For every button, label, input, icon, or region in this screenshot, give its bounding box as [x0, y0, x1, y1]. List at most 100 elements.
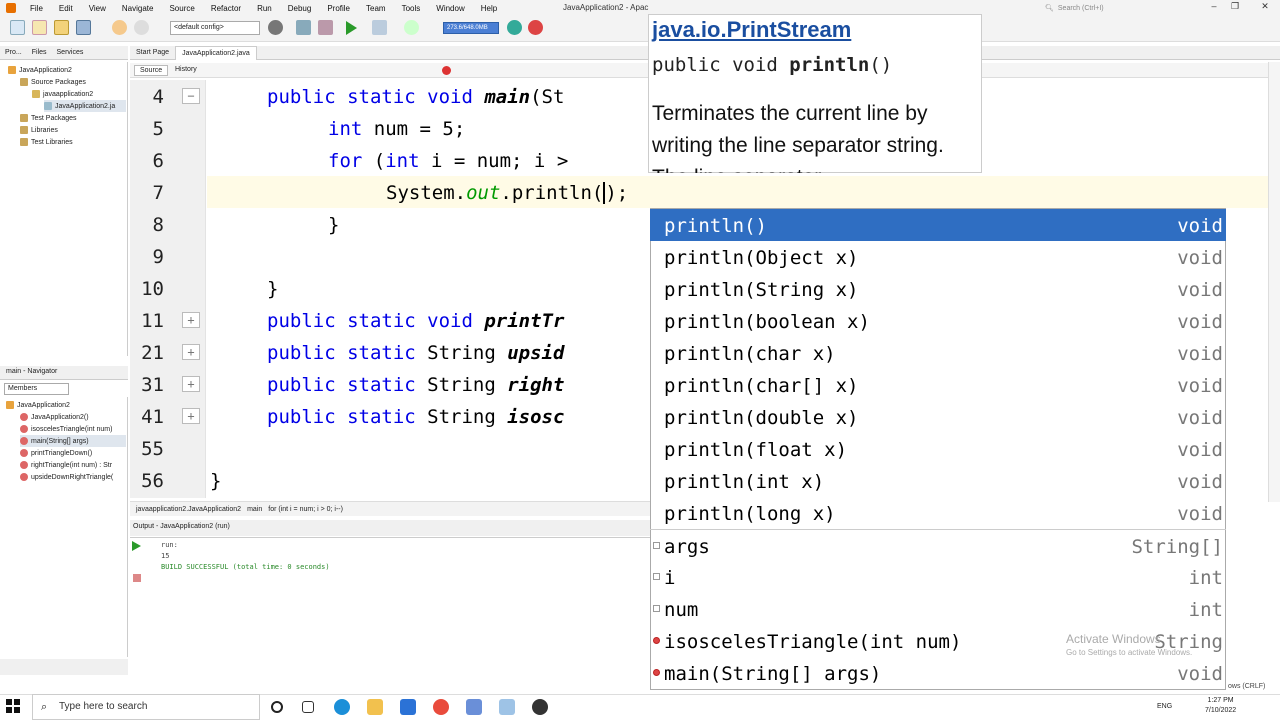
output-console[interactable]	[130, 537, 650, 677]
nav-item-constructor[interactable]: JavaApplication2()	[20, 411, 89, 423]
fold-expand-icon[interactable]: +	[182, 376, 200, 392]
menu-window[interactable]: Window	[428, 4, 472, 13]
breadcrumb-class[interactable]: javaapplication2.JavaApplication2	[136, 506, 241, 513]
new-file-icon[interactable]	[32, 20, 47, 35]
breadcrumb-loop[interactable]: for (int i = num; i > 0; i--)	[268, 506, 343, 513]
debug-icon[interactable]	[372, 20, 387, 35]
build-hammer-icon[interactable]	[296, 20, 311, 35]
minimize-button[interactable]: –	[1205, 1, 1223, 15]
menu-file[interactable]: File	[22, 4, 51, 13]
tree-item-test-libraries[interactable]: Test Libraries	[20, 136, 73, 148]
tree-item-package[interactable]: javaapplication2	[32, 88, 93, 100]
clean-build-icon[interactable]	[318, 20, 333, 35]
cortana-icon[interactable]	[271, 701, 283, 713]
menu-run[interactable]: Run	[249, 4, 280, 13]
rerun-icon[interactable]	[132, 541, 141, 551]
gc-icon[interactable]	[507, 20, 522, 35]
editor-scrollbar[interactable]	[1268, 62, 1280, 502]
close-window-button[interactable]: ✕	[1256, 1, 1274, 15]
nav-item-method[interactable]: printTriangleDown()	[20, 447, 92, 459]
run-icon[interactable]	[346, 21, 357, 35]
completion-item[interactable]: println(char[] x) void	[650, 369, 1226, 401]
ide-search-input[interactable]: 🔍︎ Search (Ctrl+I)	[1045, 2, 1205, 14]
menu-tools[interactable]: Tools	[394, 4, 429, 13]
tree-item-project[interactable]: JavaApplication2	[8, 64, 72, 76]
recorder-taskbar-icon[interactable]	[532, 699, 548, 715]
code-line: public static String upsid	[267, 342, 565, 364]
redo-icon[interactable]	[134, 20, 149, 35]
method-icon	[653, 637, 660, 644]
new-project-icon[interactable]	[10, 20, 25, 35]
variable-icon	[653, 573, 660, 580]
open-project-icon[interactable]	[54, 20, 69, 35]
config-select[interactable]: <default config>	[170, 21, 260, 35]
app-taskbar-icon[interactable]	[499, 699, 515, 715]
nav-item-method[interactable]: upsideDownRightTriangle(	[20, 471, 113, 483]
completion-item[interactable]: println(int x) void	[650, 465, 1226, 497]
javadoc-class-link[interactable]: java.io.PrintStream	[652, 17, 851, 43]
menu-refactor[interactable]: Refactor	[203, 4, 249, 13]
menu-team[interactable]: Team	[358, 4, 394, 13]
completion-item-variable[interactable]: num int	[650, 593, 1226, 625]
profile-icon[interactable]	[404, 20, 419, 35]
tab-start-page[interactable]: Start Page	[130, 46, 175, 60]
stop-icon[interactable]	[133, 574, 141, 582]
menu-help[interactable]: Help	[473, 4, 505, 13]
members-select[interactable]: Members	[4, 383, 69, 395]
save-all-icon[interactable]	[76, 20, 91, 35]
nav-item-method-selected[interactable]: main(String[] args)	[20, 435, 126, 447]
mail-icon[interactable]	[400, 699, 416, 715]
tree-item-java-file[interactable]: JavaApplication2.ja	[44, 100, 126, 112]
language-indicator[interactable]: ENG	[1157, 703, 1172, 710]
memory-usage-badge[interactable]: 273.6/648.0MB	[443, 22, 499, 34]
nav-item-method[interactable]: rightTriangle(int num) : Str	[20, 459, 112, 471]
tab-files[interactable]: Files	[27, 49, 52, 56]
taskbar-search-input[interactable]: Type here to search	[32, 694, 260, 720]
menu-view[interactable]: View	[81, 4, 114, 13]
netbeans-taskbar-icon[interactable]	[466, 699, 482, 715]
completion-item[interactable]: println(boolean x) void	[650, 305, 1226, 337]
fold-expand-icon[interactable]: +	[182, 312, 200, 328]
nav-item-method[interactable]: isoscelesTriangle(int num)	[20, 423, 112, 435]
menu-debug[interactable]: Debug	[280, 4, 320, 13]
completion-item-method[interactable]: main(String[] args) void	[650, 657, 1226, 689]
stop-profiler-icon[interactable]	[528, 20, 543, 35]
windows-start-icon[interactable]	[6, 699, 20, 713]
fold-collapse-icon[interactable]: −	[182, 88, 200, 104]
edge-icon[interactable]	[334, 699, 350, 715]
tab-java-file[interactable]: JavaApplication2.java	[175, 45, 257, 60]
file-explorer-icon[interactable]	[367, 699, 383, 715]
source-tab[interactable]: Source	[134, 65, 169, 76]
history-tab[interactable]: History	[170, 65, 202, 76]
nav-item-class[interactable]: JavaApplication2	[6, 399, 70, 411]
completion-item[interactable]: println(long x) void	[650, 497, 1226, 529]
completion-item[interactable]: println(String x) void	[650, 273, 1226, 305]
system-clock[interactable]: 1:27 PM 7/10/2022	[1205, 696, 1236, 716]
undo-icon[interactable]	[112, 20, 127, 35]
completion-item-selected[interactable]: println() void	[650, 209, 1226, 241]
menu-profile[interactable]: Profile	[319, 4, 358, 13]
completion-item[interactable]: println(Object x) void	[650, 241, 1226, 273]
menu-source[interactable]: Source	[161, 4, 202, 13]
config-gear-icon[interactable]	[268, 20, 283, 35]
completion-item[interactable]: println(float x) void	[650, 433, 1226, 465]
completion-item-variable[interactable]: i int	[650, 561, 1226, 593]
completion-item-variable[interactable]: args String[]	[650, 529, 1226, 561]
menu-edit[interactable]: Edit	[51, 4, 81, 13]
tree-item-source-packages[interactable]: Source Packages	[20, 76, 86, 88]
completion-item[interactable]: println(char x) void	[650, 337, 1226, 369]
completion-item[interactable]: println(double x) void	[650, 401, 1226, 433]
menu-navigate[interactable]: Navigate	[114, 4, 162, 13]
output-tab[interactable]: Output - JavaApplication2 (run)	[130, 520, 650, 536]
tree-item-libraries[interactable]: Libraries	[20, 124, 58, 136]
restore-button[interactable]: ❐	[1226, 1, 1244, 15]
fold-expand-icon[interactable]: +	[182, 408, 200, 424]
tab-services[interactable]: Services	[52, 49, 89, 56]
breadcrumb-method[interactable]: main	[247, 506, 262, 513]
chrome-icon[interactable]	[433, 699, 449, 715]
fold-expand-icon[interactable]: +	[182, 344, 200, 360]
task-view-icon[interactable]	[302, 701, 314, 713]
tree-item-test-packages[interactable]: Test Packages	[20, 112, 77, 124]
record-macro-icon[interactable]	[442, 66, 451, 75]
tab-projects[interactable]: Pro...	[0, 49, 27, 56]
